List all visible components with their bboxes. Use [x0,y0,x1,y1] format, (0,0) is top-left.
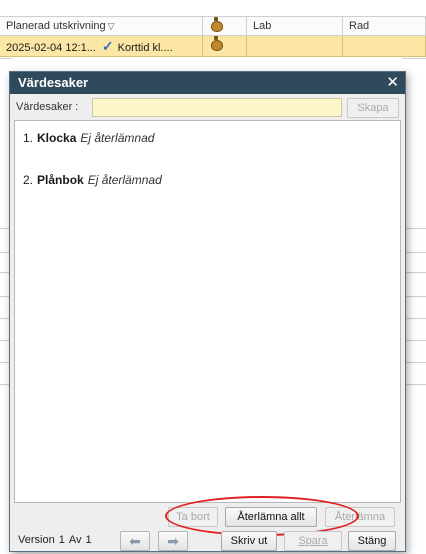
item-status: Ej återlämnad [80,131,155,145]
row-rad-cell[interactable] [343,36,426,57]
print-button[interactable]: Skriv ut [221,531,277,551]
list-item[interactable]: 2. Plånbok Ej återlämnad [23,173,162,187]
version-of-label: Av [68,534,82,546]
arrow-right-icon: ➡ [167,533,179,549]
column-header-lab[interactable]: Lab [247,17,343,36]
close-icon[interactable]: ✕ [386,73,399,91]
return-all-button[interactable]: Återlämna allt [225,507,317,527]
previous-version-button[interactable]: ⬅ [120,531,150,551]
list-item[interactable]: 1. Klocka Ej återlämnad [23,131,154,145]
item-name: Plånbok [37,173,84,187]
version-indicator: Version 1 Av 1 [18,534,96,546]
valuables-field-row: Värdesaker : Skapa [14,98,401,118]
row-lab-cell[interactable] [247,36,343,57]
table-row-selected[interactable]: 2025-02-04 12:1... ✓ Korttid kl.... [0,36,426,57]
column-header-label: Planerad utskrivning [6,20,106,32]
checkmark-icon: ✓ [101,38,114,54]
valuables-field-label: Värdesaker : [16,101,79,113]
version-label: Version [18,534,55,546]
next-version-button[interactable]: ➡ [158,531,188,551]
arrow-left-icon: ⬅ [129,533,141,549]
money-bag-icon [210,17,223,32]
column-header-valuables[interactable] [203,17,247,36]
grid-line [0,58,12,59]
grid-line [402,58,426,59]
action-button-row: Ta bort Återlämna allt Återlämna [10,507,405,527]
valuables-input[interactable] [92,98,342,117]
dialog-titlebar[interactable]: Värdesaker ✕ [10,72,405,94]
version-current: 1 [58,534,65,546]
item-number: 1. [23,131,34,145]
money-bag-icon [210,36,223,51]
return-button[interactable]: Återlämna [325,507,395,527]
row-date: 2025-02-04 12:1... [6,42,96,54]
dialog-title: Värdesaker [18,75,89,90]
dialog-footer: Version 1 Av 1 ⬅ ➡ Skriv ut Spara Stäng [10,530,405,552]
row-type: Korttid kl.... [117,42,173,54]
sort-icon: ▽ [107,21,115,31]
row-valuables-cell[interactable] [203,36,247,57]
item-number: 2. [23,173,34,187]
create-button[interactable]: Skapa [347,98,399,118]
version-total: 1 [85,534,92,546]
column-header-label: Rad [349,20,370,32]
item-status: Ej återlämnad [87,173,162,187]
table-header: Planerad utskrivning ▽ Lab Rad [0,16,426,36]
remove-button[interactable]: Ta bort [168,507,218,527]
row-discharge-cell[interactable]: 2025-02-04 12:1... ✓ Korttid kl.... [0,36,203,57]
valuables-dialog: Värdesaker ✕ Värdesaker : Skapa 1. Klocka… [9,71,406,552]
save-button[interactable]: Spara [284,531,342,551]
column-header-label: Lab [253,20,272,32]
column-header-planned-discharge[interactable]: Planerad utskrivning ▽ [0,17,203,36]
item-name: Klocka [37,131,77,145]
valuables-list: 1. Klocka Ej återlämnad 2. Plånbok Ej återlä… [14,120,401,503]
column-header-rad[interactable]: Rad [343,17,426,36]
close-button[interactable]: Stäng [348,531,396,551]
